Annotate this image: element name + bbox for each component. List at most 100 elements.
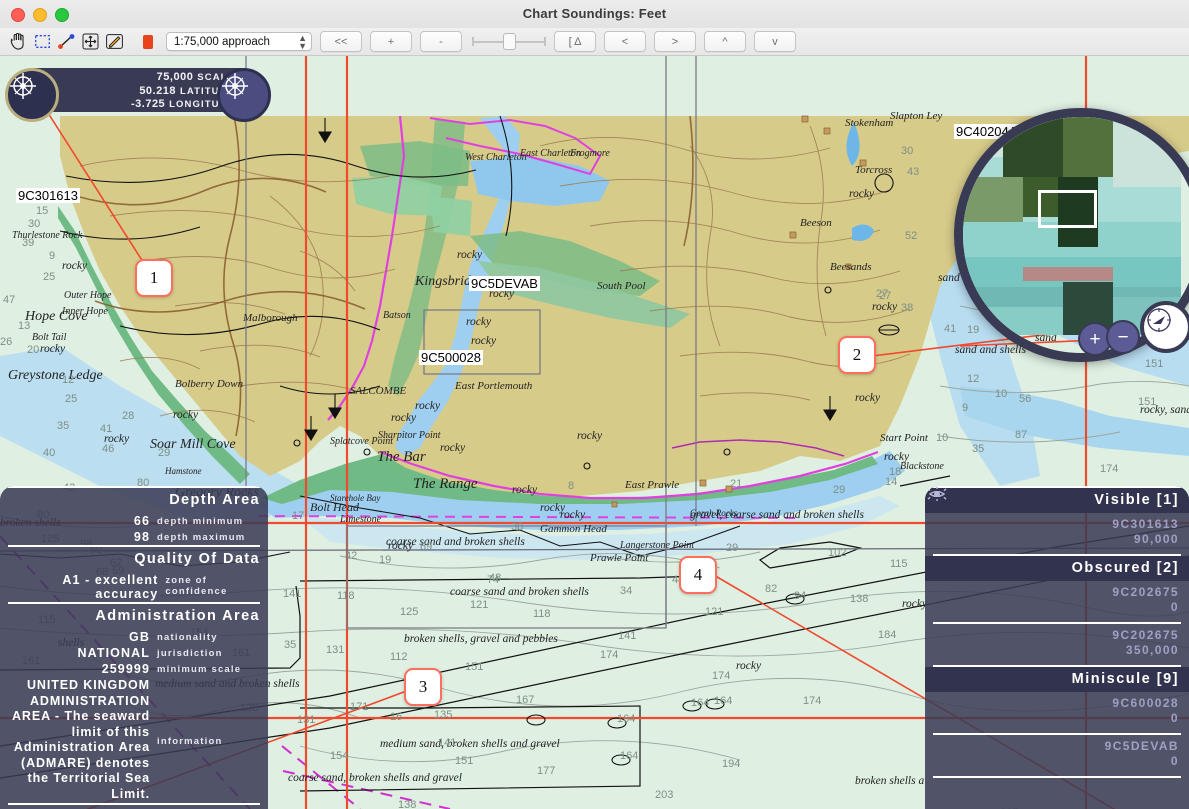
window-titlebar: Chart Soundings: Feet: [0, 0, 1189, 29]
seabed-label: coarse sand, broken shells and gravel: [288, 772, 462, 784]
up-button[interactable]: ^: [704, 31, 746, 52]
numbered-marker[interactable]: 4: [679, 556, 717, 594]
sounding-depth: 102: [828, 547, 846, 559]
feature-info-panel[interactable]: Depth Area 66 depth minimum 98 depth maximum…: [0, 486, 268, 809]
opacity-slider[interactable]: [472, 33, 546, 50]
sounding-depth: 10: [936, 432, 948, 444]
attribute-row: 259999 minimum scale: [0, 661, 268, 677]
chart-layer-item[interactable]: 9C301613 90,000: [925, 487, 1189, 554]
attribute-value: GB: [129, 630, 150, 644]
move-tool[interactable]: [80, 32, 101, 51]
layer-group-header[interactable]: Miniscule [9]: [925, 667, 1189, 692]
layer-group-header[interactable]: Obscured [2]: [925, 556, 1189, 581]
orientation-compass-button[interactable]: [1140, 301, 1189, 353]
attribute-value: 66: [133, 514, 150, 528]
scale-select-value: 1:75,000 approach: [174, 35, 270, 48]
hud-scale-value: 75,000: [156, 71, 194, 83]
attribute-row: 66 depth minimum: [0, 513, 268, 529]
zoom-in-button[interactable]: +: [370, 31, 412, 52]
sounding-depth: 29: [833, 484, 845, 496]
down-button[interactable]: v: [754, 31, 796, 52]
slider-knob[interactable]: [502, 33, 516, 50]
compass-rose-button-right[interactable]: [217, 68, 271, 122]
zoom-out-button[interactable]: -: [420, 31, 462, 52]
pan-hand-tool[interactable]: [8, 32, 29, 51]
section-title: Administration Area: [95, 608, 260, 624]
seabed-label: rocky: [40, 343, 66, 355]
prev-button[interactable]: <: [604, 31, 646, 52]
pencil-tool[interactable]: [104, 32, 125, 51]
maximize-window-button[interactable]: [55, 8, 69, 22]
sounding-depth: 19: [379, 554, 391, 566]
sounding-depth: 47: [3, 294, 15, 306]
minimize-window-button[interactable]: [33, 8, 47, 22]
sounding-depth: 25: [43, 271, 55, 283]
sounding-depth: 164: [620, 750, 638, 762]
sounding-depth: 39: [22, 237, 34, 249]
chart-id-tag[interactable]: 9C5DEVAB: [469, 276, 540, 291]
sounding-depth: 174: [600, 649, 618, 661]
scale-select[interactable]: 1:75,000 approach ▲ ▼: [166, 32, 312, 51]
close-window-button[interactable]: [11, 8, 25, 22]
slider-track-right: [515, 40, 544, 43]
place-label: Limestone: [339, 514, 382, 525]
sounding-depth: 115: [890, 558, 908, 570]
compass-rose-button-left[interactable]: [5, 68, 59, 122]
seabed-label: rocky: [577, 430, 603, 442]
measure-line-tool[interactable]: [56, 32, 77, 51]
seabed-label: sand: [938, 272, 960, 284]
chart-layer-scale: 0: [1170, 600, 1179, 614]
seabed-label: rocky: [884, 451, 910, 463]
sounding-depth: 138: [398, 799, 416, 809]
place-label: East Prawle: [624, 479, 679, 491]
place-label: South Pool: [597, 280, 646, 292]
numbered-marker[interactable]: 3: [404, 668, 442, 706]
attribute-value: 259999: [101, 662, 150, 676]
sounding-depth: 151: [465, 661, 483, 673]
chart-layer-item[interactable]: 9C5DEVAB 0: [925, 487, 1189, 776]
numbered-marker[interactable]: 1: [135, 259, 173, 297]
attribute-row: NATIONAL jurisdiction: [0, 645, 268, 661]
sounding-depth: 29: [158, 447, 170, 459]
chart-layers-panel[interactable]: Visible [1] 9C301613 90,000 Obscured [2] 9C2…: [925, 486, 1189, 809]
sounding-depth: 8: [568, 480, 574, 492]
chart-layer-item[interactable]: 9C202675 350,000: [925, 487, 1189, 665]
place-label: Stokenham: [845, 117, 893, 129]
chart-id-tag[interactable]: 9C500028: [419, 350, 483, 365]
chart-id-tag[interactable]: 9C301613: [16, 188, 80, 203]
attribute-value: NATIONAL: [77, 646, 150, 660]
place-label: Hamstone: [164, 466, 202, 476]
sounding-depth: 171: [350, 701, 368, 713]
chart-application-window: Chart Soundings: Feet 1:75,000 approach …: [0, 0, 1189, 809]
sounding-depth: 12: [967, 373, 979, 385]
attribute-value: A1 - excellent accuracy: [62, 573, 159, 601]
main-toolbar: 1:75,000 approach ▲ ▼ << + - [ Δ < > ^ v: [0, 28, 1189, 56]
rewind-button[interactable]: <<: [320, 31, 362, 52]
sounding-depth: 9: [962, 402, 968, 414]
compass-rose-icon: [10, 73, 36, 99]
place-label: The Range: [413, 476, 478, 492]
nautical-chart-canvas[interactable]: Stokenham Slapton Ley Torcross Beeson Beesan…: [0, 56, 1189, 809]
sounding-depth: 28: [122, 410, 134, 422]
layer-group-header[interactable]: Visible [1]: [925, 488, 1189, 513]
information-row: UNITED KINGDOM ADMINISTRATION AREA - The…: [0, 677, 268, 803]
attribute-row: 98 depth maximum: [0, 529, 268, 545]
attribute-key: nationality: [157, 632, 218, 643]
sounding-depth: 35: [284, 639, 296, 651]
chart-layer-item[interactable]: 9C600028 0: [925, 487, 1189, 733]
sounding-depth: 203: [655, 789, 673, 801]
sounding-depth: 13: [18, 320, 30, 332]
delta-button[interactable]: [ Δ: [554, 31, 596, 52]
stop-button[interactable]: [138, 32, 158, 51]
numbered-marker[interactable]: 2: [838, 336, 876, 374]
chart-layer-item[interactable]: 9C202675 0: [925, 487, 1189, 622]
marquee-select-tool[interactable]: [32, 32, 53, 51]
zoom-out-button-map[interactable]: −: [1106, 320, 1140, 354]
next-button[interactable]: >: [654, 31, 696, 52]
seabed-label: rocky: [560, 509, 586, 521]
sounding-depth: 9: [49, 250, 55, 262]
sounding-depth: 154: [330, 750, 348, 762]
sounding-depth: 69: [420, 541, 432, 553]
sounding-depth: 194: [722, 758, 740, 770]
attribute-key: depth maximum: [157, 532, 246, 543]
